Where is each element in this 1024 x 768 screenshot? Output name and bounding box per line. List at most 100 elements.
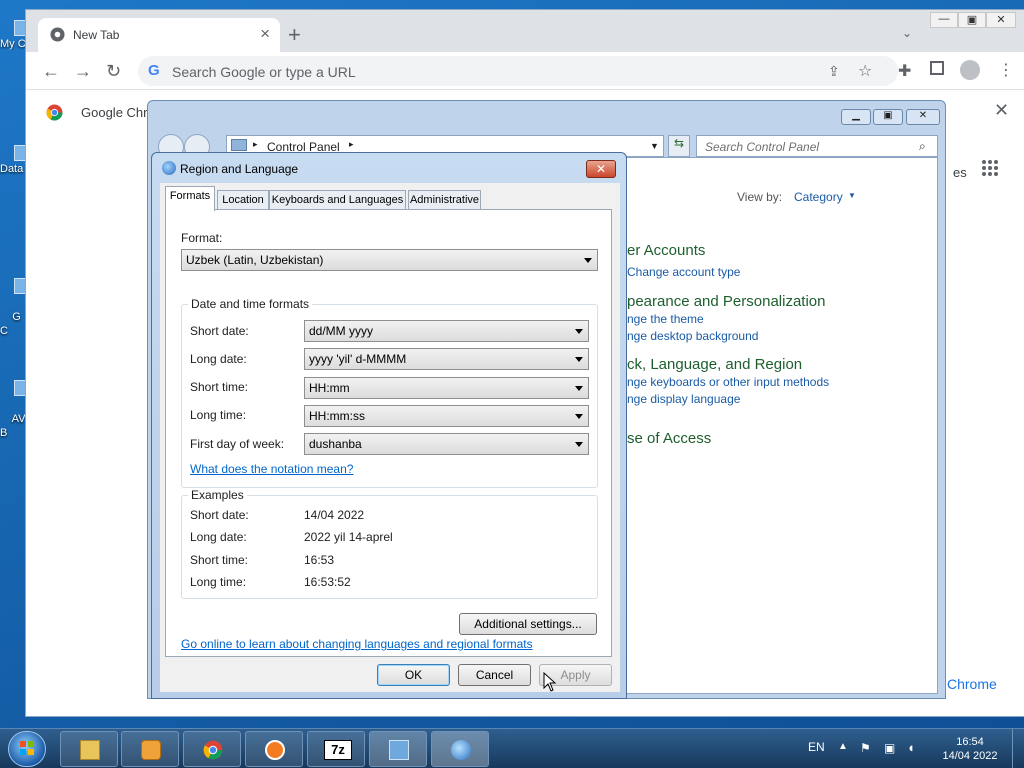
example-long-date-label: Long date:	[190, 530, 247, 544]
cp-heading-clock-language[interactable]: ck, Language, and Region	[627, 356, 802, 373]
cp-heading-appearance[interactable]: pearance and Personalization	[627, 293, 825, 310]
example-short-time-label: Short time:	[190, 553, 249, 567]
bookmark-star-icon[interactable]: ☆	[858, 61, 872, 81]
cp-link[interactable]: nge display language	[627, 392, 740, 406]
long-time-label: Long time:	[190, 408, 247, 422]
tab-location[interactable]: Location	[217, 190, 269, 210]
tab-close-icon[interactable]: ×	[260, 24, 270, 44]
taskbar: 7z EN ▲ ⚑ ▣ ◖ 16:54 14/04 2022	[0, 728, 1024, 768]
chrome-toolbar: ← → ↻ G Search Google or type a URL ⇪ ☆ …	[26, 52, 1024, 90]
notation-link[interactable]: What does the notation mean?	[190, 462, 353, 476]
taskbar-avast[interactable]	[245, 731, 303, 767]
desktop-icon-app[interactable]: G C	[0, 250, 26, 352]
chrome-tab-new-tab[interactable]: New Tab ×	[38, 18, 280, 52]
network-icon[interactable]: ▣	[884, 741, 895, 755]
omnibox[interactable]: G Search Google or type a URL ⇪ ☆	[138, 56, 898, 86]
tab-formats[interactable]: Formats	[165, 186, 215, 211]
clock[interactable]: 16:54 14/04 2022	[936, 735, 1004, 763]
chrome-favicon-icon	[50, 27, 65, 42]
tab-administrative[interactable]: Administrative	[408, 190, 481, 210]
profile-avatar-icon[interactable]	[960, 60, 980, 80]
cp-refresh-icon[interactable]: ⇆	[668, 135, 690, 157]
examples-group-title: Examples	[188, 488, 247, 502]
7zip-icon: 7z	[324, 740, 352, 760]
breadcrumb-arrow-icon: ▸	[253, 139, 258, 149]
maximize-button[interactable]: ▣	[958, 12, 986, 28]
tray-expand-icon[interactable]: ▲	[838, 741, 848, 752]
long-time-dropdown[interactable]: HH:mm:ss	[304, 405, 589, 427]
start-button[interactable]	[8, 731, 46, 767]
chrome-link[interactable]: Chrome	[947, 676, 997, 692]
datetime-group: Date and time formats Short date: dd/MM …	[181, 297, 598, 488]
desktop-icon-label: G C	[0, 311, 21, 337]
address-dropdown-icon[interactable]: ▼	[650, 141, 659, 151]
globe-icon	[162, 161, 176, 175]
cp-minimize-button[interactable]: ▁	[841, 109, 871, 125]
apps-grid-icon[interactable]	[982, 160, 998, 176]
desktop-icon-computer[interactable]: My C	[0, 20, 26, 50]
long-date-value: yyyy 'yil' d-MMMM	[309, 352, 407, 366]
taskbar-7zip[interactable]: 7z	[307, 731, 365, 767]
dismiss-banner-icon[interactable]: ✕	[994, 100, 1009, 121]
cp-maximize-button[interactable]: ▣	[873, 109, 903, 125]
volume-icon[interactable]: ◖	[907, 740, 915, 755]
format-dropdown[interactable]: Uzbek (Latin, Uzbekistan)	[181, 249, 598, 271]
desktop-icon-label: AV B	[0, 413, 26, 439]
desktop-icon-antivirus[interactable]: AV B	[0, 352, 26, 454]
menu-kebab-icon[interactable]: ⋮	[998, 60, 1014, 80]
cp-heading-accounts[interactable]: er Accounts	[627, 242, 705, 259]
google-g-icon: G	[148, 62, 160, 79]
chrome-logo-icon	[46, 104, 63, 121]
share-icon[interactable]: ⇪	[828, 63, 840, 80]
language-indicator[interactable]: EN	[808, 740, 825, 754]
example-long-time-label: Long time:	[190, 575, 247, 589]
tab-search-chevron-icon[interactable]: ⌄	[902, 26, 912, 40]
back-arrow-icon[interactable]: ←	[42, 61, 60, 82]
cp-close-button[interactable]: ✕	[906, 109, 940, 125]
tab-title: New Tab	[73, 28, 120, 42]
cp-link[interactable]: nge keyboards or other input methods	[627, 375, 829, 389]
reload-icon[interactable]: ↻	[106, 61, 121, 82]
short-time-label: Short time:	[190, 380, 249, 394]
cp-heading-ease-of-access[interactable]: se of Access	[627, 430, 711, 447]
show-desktop-button[interactable]	[1012, 729, 1024, 768]
example-short-time-value: 16:53	[304, 553, 335, 567]
forward-arrow-icon[interactable]: →	[74, 61, 92, 82]
extensions-icon[interactable]: ✚	[898, 61, 911, 81]
minimize-button[interactable]: —	[930, 12, 958, 28]
apps-link-fragment[interactable]: es	[953, 165, 967, 180]
taskbar-control-panel[interactable]	[369, 731, 427, 767]
view-by-chevron-icon[interactable]: ▼	[848, 191, 856, 200]
taskbar-chrome[interactable]	[183, 731, 241, 767]
cancel-button[interactable]: Cancel	[458, 664, 531, 686]
taskbar-media-player[interactable]	[121, 731, 179, 767]
ok-button[interactable]: OK	[377, 664, 450, 686]
close-window-button[interactable]: ✕	[986, 12, 1016, 28]
media-player-icon	[141, 740, 161, 760]
online-learn-link[interactable]: Go online to learn about changing langua…	[181, 637, 533, 651]
new-tab-button[interactable]: +	[288, 22, 301, 48]
short-time-dropdown[interactable]: HH:mm	[304, 377, 589, 399]
cp-link[interactable]: nge the theme	[627, 312, 704, 326]
desktop-icon-data[interactable]: Data	[0, 145, 26, 175]
cp-search-input[interactable]: Search Control Panel ⌕	[696, 135, 938, 157]
dialog-close-button[interactable]: ✕	[586, 160, 616, 178]
datetime-group-title: Date and time formats	[188, 297, 313, 311]
additional-settings-button[interactable]: Additional settings...	[459, 613, 597, 635]
search-icon[interactable]: ⌕	[919, 139, 926, 154]
view-by-label: View by:	[737, 190, 783, 204]
cp-link[interactable]: nge desktop background	[627, 329, 758, 343]
taskbar-explorer[interactable]	[60, 731, 118, 767]
first-day-dropdown[interactable]: dushanba	[304, 433, 589, 455]
view-by-dropdown[interactable]: Category	[794, 190, 843, 204]
side-panel-icon[interactable]	[930, 61, 944, 75]
taskbar-region-language[interactable]	[431, 731, 489, 767]
cp-link[interactable]: Change account type	[627, 265, 740, 279]
action-center-flag-icon[interactable]: ⚑	[860, 741, 871, 755]
tab-keyboards-languages[interactable]: Keyboards and Languages	[269, 190, 406, 210]
folder-icon	[14, 145, 26, 161]
short-date-dropdown[interactable]: dd/MM yyyy	[304, 320, 589, 342]
chrome-icon	[203, 740, 223, 760]
long-date-dropdown[interactable]: yyyy 'yil' d-MMMM	[304, 348, 589, 370]
bookmark-google-chrome[interactable]: Google Chr	[81, 105, 147, 120]
